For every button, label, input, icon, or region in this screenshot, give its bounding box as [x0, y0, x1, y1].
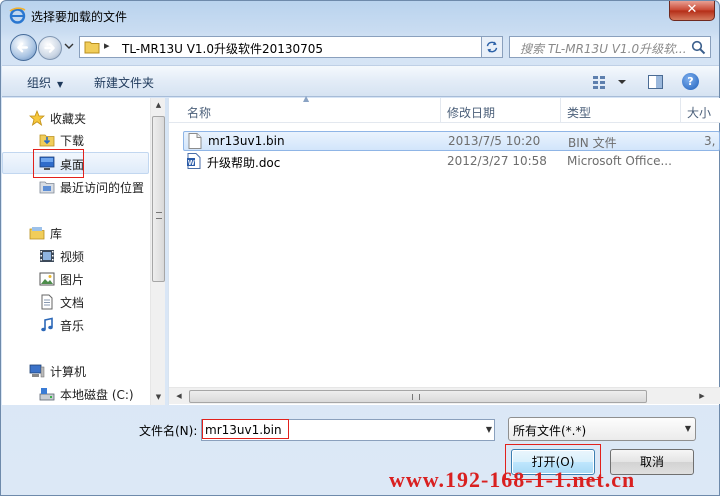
folder-icon — [84, 41, 100, 54]
forward-arrow-icon — [44, 43, 55, 53]
column-name[interactable]: 名称 ▲ — [169, 94, 441, 123]
nav-item-label: 视频 — [60, 250, 85, 264]
forward-button[interactable] — [38, 36, 62, 60]
organize-label: 组织 — [27, 76, 52, 90]
file-row[interactable]: W 升级帮助.doc 2012/3/27 10:58 Microsoft Off… — [183, 152, 720, 172]
nav-item-pictures[interactable]: 图片 — [2, 268, 149, 290]
file-list-scrollbar[interactable]: ◀ ▶ — [169, 387, 720, 404]
download-folder-icon — [39, 134, 55, 147]
nav-item-local-disk[interactable]: 本地磁盘 (C:) — [2, 383, 149, 405]
file-row[interactable]: mr13uv1.bin 2013/7/5 10:20 BIN 文件 3, — [183, 131, 720, 151]
nav-item-label: 文档 — [60, 296, 85, 310]
chevron-down-icon: ▼ — [57, 80, 64, 89]
nav-item-recent-places[interactable]: 最近访问的位置 — [2, 176, 149, 198]
word-document-icon: W — [187, 153, 201, 169]
close-button[interactable]: ✕ — [669, 1, 715, 21]
title-bar: 选择要加载的文件 ✕ — [1, 1, 719, 31]
file-type: Microsoft Office... — [567, 154, 672, 168]
search-placeholder: 搜索 TL-MR13U V1.0升级软... — [520, 42, 687, 56]
search-icon[interactable] — [691, 40, 706, 55]
window-title: 选择要加载的文件 — [31, 10, 128, 24]
breadcrumb-path[interactable]: TL-MR13U V1.0升级软件20130705 — [122, 40, 323, 57]
file-type: BIN 文件 — [568, 136, 617, 150]
scroll-down-icon[interactable]: ▼ — [151, 390, 166, 405]
grip-icon — [156, 212, 162, 219]
back-arrow-icon — [17, 42, 28, 53]
nav-item-label: 本地磁盘 (C:) — [60, 388, 134, 402]
nav-item-label: 音乐 — [60, 319, 85, 333]
preview-pane-icon[interactable] — [648, 75, 663, 89]
watermark: www.192-168-1-1.net.cn — [389, 467, 636, 492]
pictures-icon — [39, 272, 55, 286]
column-header-row: 名称 ▲ 修改日期 类型 大小 — [169, 94, 720, 123]
organize-button[interactable]: 组织 ▼ — [27, 74, 63, 91]
navigation-pane: 收藏夹 下载 桌面 最近访问的位置 库 视频 图片 文档 音乐 计算机 本地磁盘… — [2, 98, 165, 405]
address-bar[interactable]: ▸ TL-MR13U V1.0升级软件20130705 — [79, 36, 502, 58]
internet-explorer-icon — [9, 7, 26, 24]
computer-icon — [29, 364, 45, 378]
nav-computer-label: 计算机 — [50, 365, 87, 379]
nav-pane-scrollbar[interactable]: ▲ ▼ — [150, 98, 165, 405]
file-type-value: 所有文件(*.*) — [513, 424, 587, 438]
refresh-button[interactable] — [481, 36, 503, 58]
command-toolbar: 组织 ▼ 新建文件夹 ? — [2, 65, 719, 97]
column-name-label: 名称 — [187, 106, 212, 120]
chevron-down-icon[interactable]: ▼ — [486, 425, 492, 434]
nav-item-downloads[interactable]: 下载 — [2, 129, 149, 151]
scroll-left-icon[interactable]: ◀ — [171, 389, 187, 404]
highlight-box-desktop — [33, 149, 84, 178]
documents-icon — [41, 294, 53, 310]
file-name: mr13uv1.bin — [208, 134, 285, 148]
nav-item-videos[interactable]: 视频 — [2, 245, 149, 267]
column-type[interactable]: 类型 — [561, 98, 681, 123]
search-input[interactable]: 搜索 TL-MR13U V1.0升级软... — [509, 36, 711, 58]
column-date[interactable]: 修改日期 — [441, 98, 561, 123]
recent-places-icon — [39, 181, 55, 194]
column-size[interactable]: 大小 — [681, 98, 720, 123]
svg-text:W: W — [188, 160, 195, 167]
file-date: 2012/3/27 10:58 — [447, 154, 547, 168]
nav-computer[interactable]: 计算机 — [2, 360, 149, 382]
nav-item-music[interactable]: 音乐 — [2, 314, 149, 336]
video-icon — [40, 250, 54, 262]
nav-favorites-label: 收藏夹 — [50, 112, 87, 126]
nav-item-label: 图片 — [60, 273, 85, 287]
file-type-select[interactable]: 所有文件(*.*) ▼ — [508, 417, 696, 441]
help-icon[interactable]: ? — [682, 73, 699, 90]
scroll-up-icon[interactable]: ▲ — [151, 98, 166, 113]
scrollbar-thumb[interactable] — [189, 390, 647, 403]
file-icon — [188, 133, 202, 149]
library-icon — [29, 227, 45, 240]
file-name: 升级帮助.doc — [207, 156, 281, 170]
star-icon — [29, 110, 45, 126]
file-list-pane: 名称 ▲ 修改日期 类型 大小 mr13uv1.bin 2013/7/5 10:… — [168, 94, 720, 405]
highlight-box-filename — [202, 419, 289, 439]
grip-icon — [412, 394, 420, 400]
local-disk-icon — [39, 388, 55, 401]
new-folder-button[interactable]: 新建文件夹 — [94, 74, 154, 91]
back-button[interactable] — [10, 34, 37, 61]
filename-label: 文件名(N): — [139, 424, 198, 438]
nav-item-documents[interactable]: 文档 — [2, 291, 149, 313]
scroll-right-icon[interactable]: ▶ — [694, 389, 710, 404]
nav-favorites[interactable]: 收藏夹 — [2, 107, 149, 129]
nav-item-label: 下载 — [60, 134, 85, 148]
sort-ascending-icon: ▲ — [303, 94, 310, 103]
music-icon — [41, 317, 53, 332]
change-view-icon[interactable] — [592, 74, 628, 90]
recent-pages-dropdown[interactable] — [64, 41, 74, 51]
scrollbar-thumb[interactable] — [152, 116, 165, 282]
file-open-dialog: 选择要加载的文件 ✕ ▸ TL-MR13U V1.0升级软件20130705 搜… — [0, 0, 720, 496]
nav-libraries[interactable]: 库 — [2, 222, 149, 244]
nav-item-label: 最近访问的位置 — [60, 181, 145, 195]
refresh-icon — [486, 41, 498, 53]
file-size: 3, — [704, 134, 716, 148]
chevron-down-icon: ▼ — [684, 424, 691, 433]
nav-libraries-label: 库 — [50, 227, 63, 241]
breadcrumb-separator[interactable]: ▸ — [104, 39, 110, 52]
file-date: 2013/7/5 10:20 — [448, 134, 541, 148]
